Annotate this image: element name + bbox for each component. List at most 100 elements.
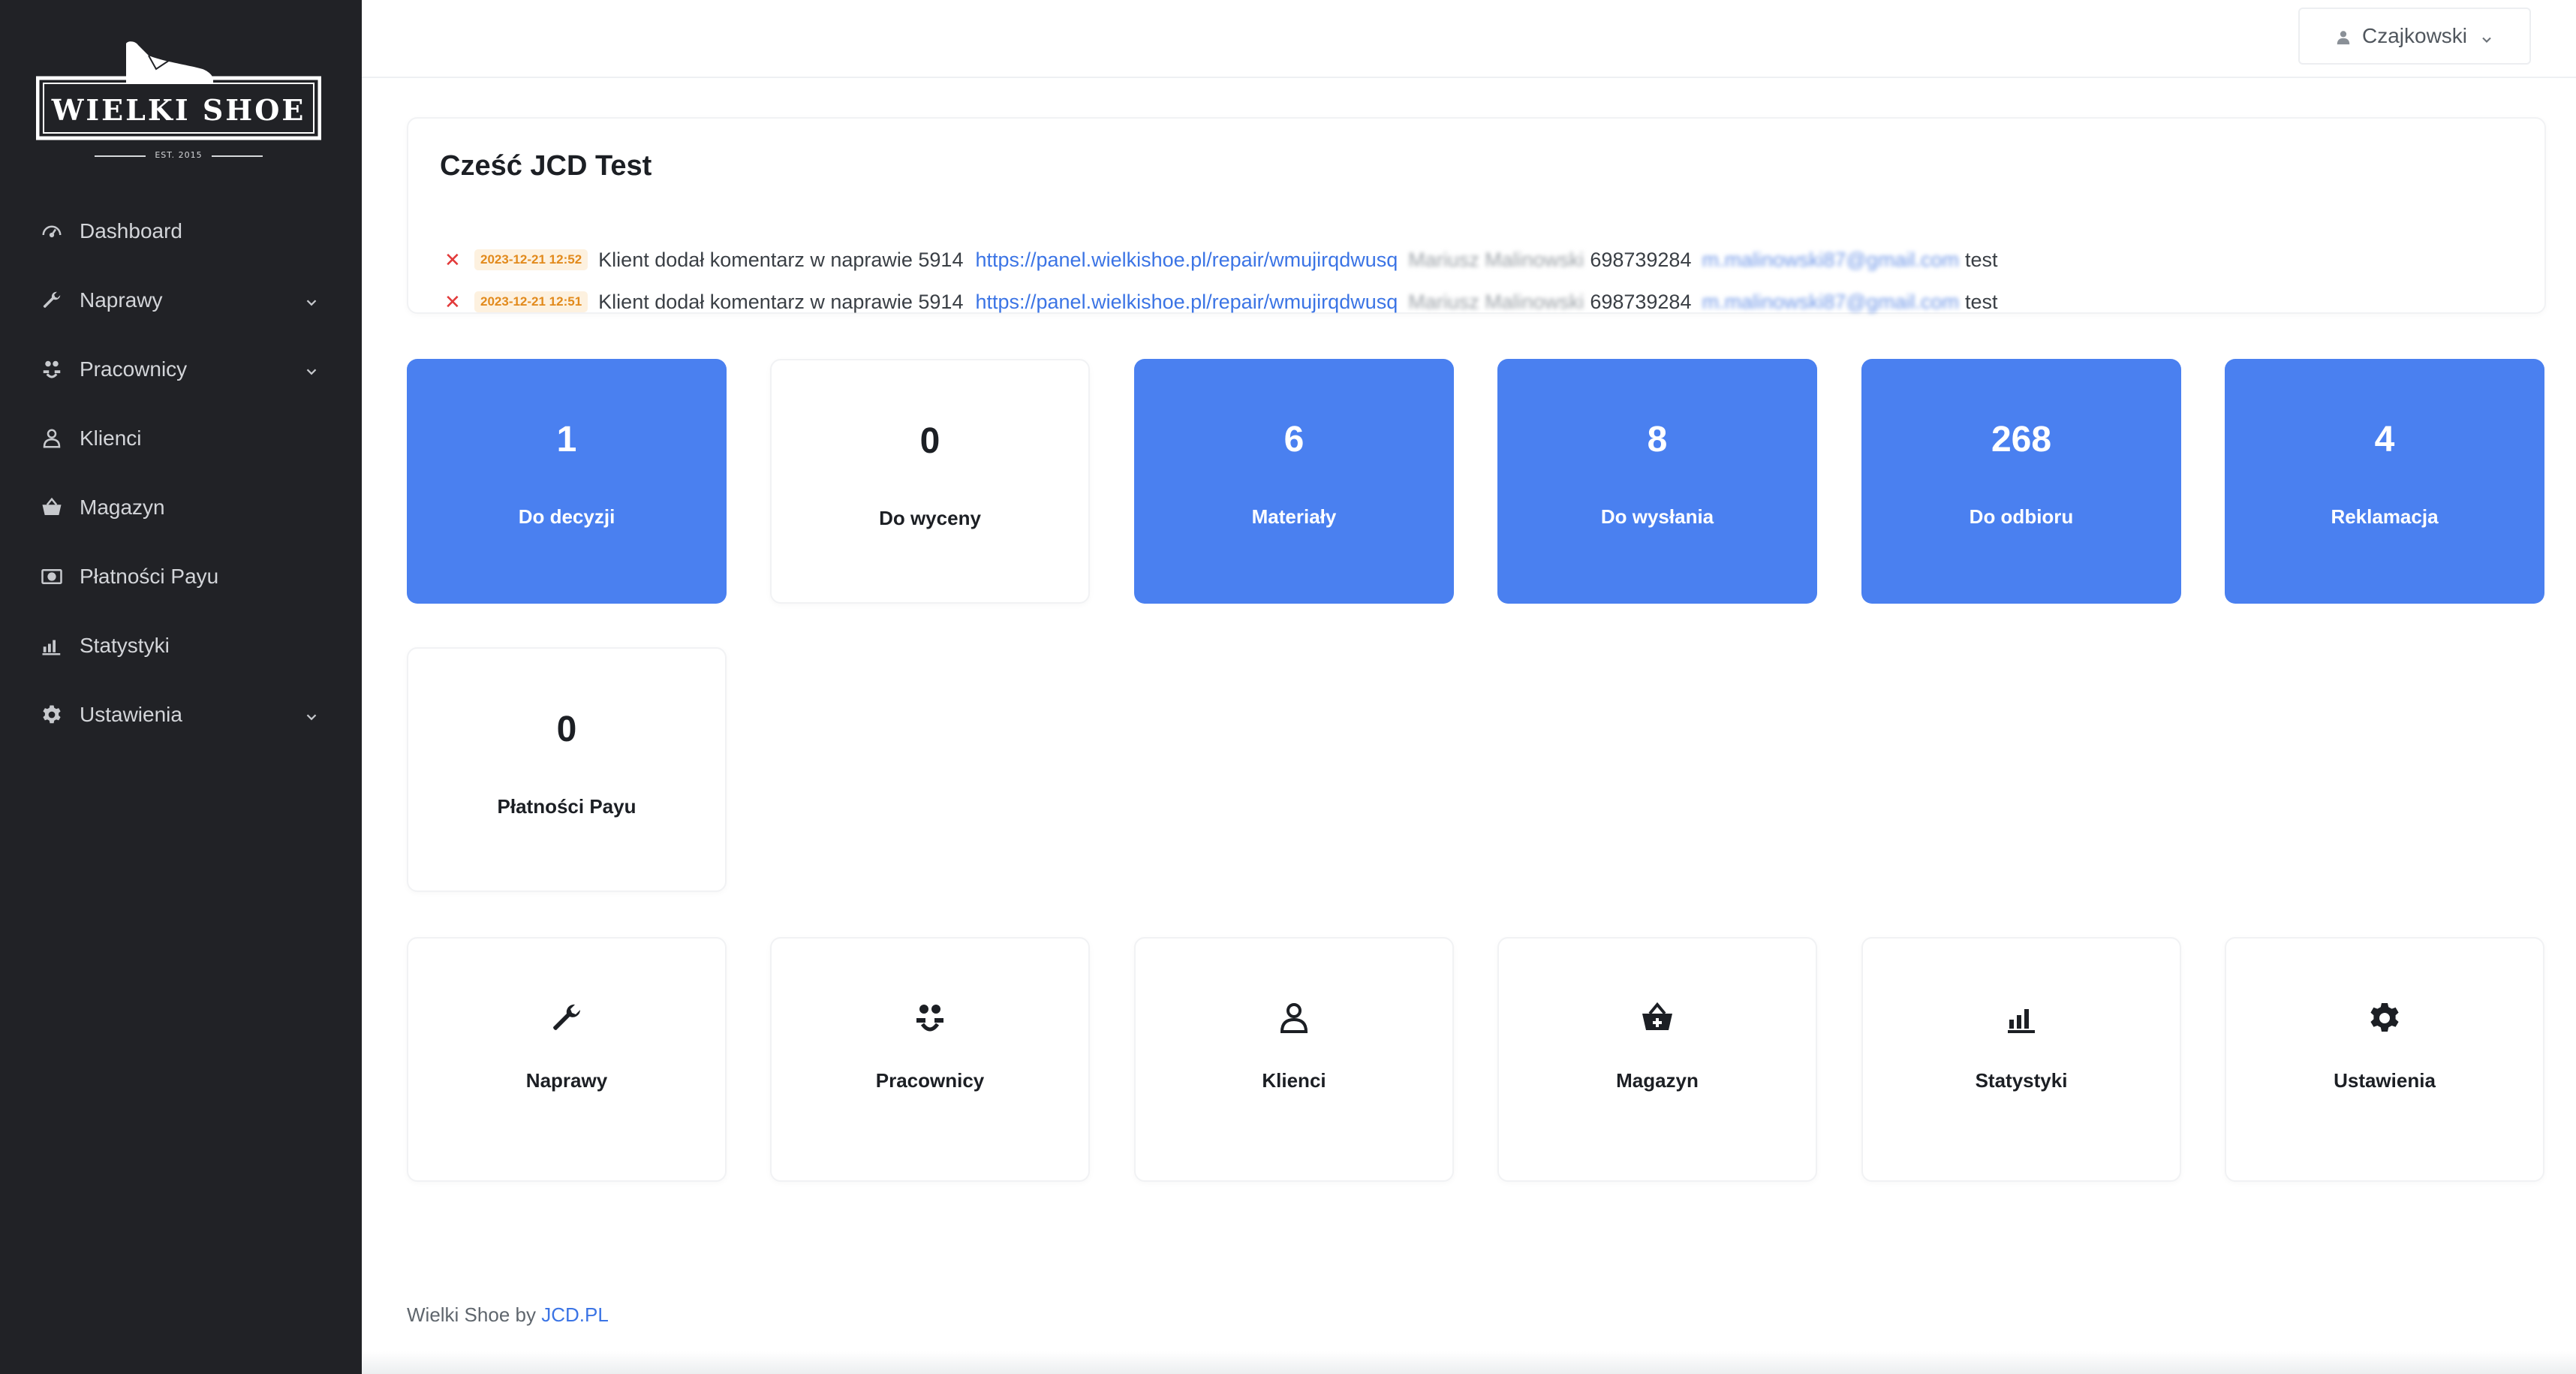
stat-value: 0 (919, 421, 940, 461)
close-icon[interactable]: ✕ (444, 249, 467, 272)
notification-client-name: Mariusz Malinowski (1408, 290, 1584, 313)
notification-client-name: Mariusz Malinowski (1408, 248, 1584, 271)
stat-label: Materiały (1251, 505, 1337, 528)
stat-label: Do odbioru (1969, 505, 2074, 528)
stat-label: Reklamacja (2331, 505, 2439, 528)
user-icon (39, 426, 65, 451)
stat-card-do-wyslania[interactable]: 8 Do wysłania (1497, 359, 1817, 604)
footer-text: Wielki Shoe by (407, 1303, 536, 1326)
notification-phone: 698739284 (1590, 290, 1692, 313)
stat-value: 268 (1991, 420, 2052, 460)
user-icon (1276, 1000, 1312, 1036)
notification-text: Klient dodał komentarz w naprawie 5914 (598, 248, 964, 271)
sidebar-item-label: Statystyki (80, 634, 170, 657)
footer-link[interactable]: JCD.PL (541, 1303, 609, 1326)
notification-row: ✕ 2023-12-21 12:52 Klient dodał komentar… (444, 243, 2003, 276)
stat-card-reklamacja[interactable]: 4 Reklamacja (2225, 359, 2544, 604)
chevron-down-icon (303, 707, 320, 723)
stat-card-materialy[interactable]: 6 Materiały (1134, 359, 1454, 604)
notification-comment: test (1964, 248, 1998, 271)
brand-logo[interactable]: WIELKI SHOE EST. 2015 (36, 39, 321, 167)
brand-name: WIELKI SHOE (51, 93, 306, 127)
users-icon (912, 1000, 948, 1036)
close-icon[interactable]: ✕ (444, 291, 467, 314)
notification-link[interactable]: https://panel.wielkishoe.pl/repair/wmuji… (975, 291, 1398, 314)
sidebar-item-label: Dashboard (80, 219, 182, 243)
money-icon (39, 564, 65, 589)
sidebar-item-statystyki[interactable]: Statystyki (0, 611, 362, 680)
user-menu-button[interactable]: Czajkowski (2298, 8, 2531, 65)
footer: Wielki Shoe by JCD.PL (407, 1303, 609, 1327)
chart-bars-icon (2003, 1000, 2039, 1036)
sidebar-item-label: Klienci (80, 426, 142, 450)
shortcut-card-naprawy[interactable]: Naprawy (407, 937, 727, 1182)
notification-timestamp: 2023-12-21 12:52 (474, 249, 588, 270)
sidebar-item-pracownicy[interactable]: Pracownicy (0, 335, 362, 404)
notification-email[interactable]: m.malinowski87@gmail.com (1702, 291, 1959, 314)
greeting-title: Cześć JCD Test (440, 150, 652, 182)
wrench-icon (549, 1000, 585, 1036)
sidebar: WIELKI SHOE EST. 2015 Dashboard Naprawy … (0, 0, 362, 1374)
stat-value: 4 (2374, 420, 2395, 460)
notification-phone: 698739284 (1590, 248, 1692, 271)
notification-timestamp: 2023-12-21 12:51 (474, 291, 588, 312)
shortcut-label: Ustawienia (2334, 1069, 2436, 1092)
sidebar-item-label: Ustawienia (80, 703, 182, 726)
shortcut-label: Pracownicy (875, 1069, 985, 1092)
sidebar-item-label: Płatności Payu (80, 565, 219, 588)
sidebar-item-label: Magazyn (80, 496, 165, 519)
brand-est: EST. 2015 (155, 150, 203, 160)
users-icon (39, 357, 65, 382)
stat-card-platnosci-payu[interactable]: 0 Płatności Payu (407, 647, 727, 892)
shortcut-label: Klienci (1262, 1069, 1326, 1092)
sidebar-item-naprawy[interactable]: Naprawy (0, 266, 362, 335)
chevron-down-icon (2479, 29, 2494, 44)
sidebar-item-magazyn[interactable]: Magazyn (0, 473, 362, 542)
stat-value: 6 (1283, 420, 1305, 460)
stat-card-do-wyceny[interactable]: 0 Do wyceny (770, 359, 1090, 604)
sidebar-item-platnosci-payu[interactable]: Płatności Payu (0, 542, 362, 611)
sidebar-item-klienci[interactable]: Klienci (0, 404, 362, 473)
stat-card-do-decyzji[interactable]: 1 Do decyzji (407, 359, 727, 604)
stat-card-do-odbioru[interactable]: 268 Do odbioru (1861, 359, 2181, 604)
basket-icon (39, 495, 65, 520)
shortcut-label: Magazyn (1616, 1069, 1699, 1092)
notifications-card: Cześć JCD Test ✕ 2023-12-21 12:52 Klient… (407, 117, 2546, 314)
notification-link[interactable]: https://panel.wielkishoe.pl/repair/wmuji… (975, 249, 1398, 272)
chevron-down-icon (303, 361, 320, 378)
topbar: Czajkowski (362, 0, 2576, 78)
shortcut-card-klienci[interactable]: Klienci (1134, 937, 1454, 1182)
shortcut-label: Statystyki (1975, 1069, 2068, 1092)
dashboard-gauge-icon (39, 218, 65, 244)
shortcut-label: Naprawy (525, 1069, 608, 1092)
user-name: Czajkowski (2361, 24, 2468, 47)
notification-text: Klient dodał komentarz w naprawie 5914 (598, 290, 964, 313)
shortcut-card-ustawienia[interactable]: Ustawienia (2225, 937, 2544, 1182)
stat-label: Do wyceny (879, 507, 981, 529)
gear-icon (39, 702, 65, 728)
basket-icon (1639, 1000, 1675, 1036)
notification-email[interactable]: m.malinowski87@gmail.com (1702, 249, 1959, 272)
chevron-down-icon (303, 292, 320, 309)
sidebar-item-dashboard[interactable]: Dashboard (0, 197, 362, 266)
wrench-icon (39, 288, 65, 313)
stat-value: 8 (1647, 420, 1668, 460)
sidebar-item-label: Naprawy (80, 288, 163, 312)
user-icon (2335, 27, 2353, 45)
stat-value: 1 (556, 420, 577, 460)
gear-icon (2367, 1000, 2403, 1036)
shortcut-card-statystyki[interactable]: Statystyki (1861, 937, 2181, 1182)
stat-label: Do wysłania (1600, 505, 1714, 528)
stat-value: 0 (556, 710, 577, 749)
sidebar-nav: Dashboard Naprawy Pracownicy Klienci Mag… (0, 197, 362, 749)
shortcut-card-pracownicy[interactable]: Pracownicy (770, 937, 1090, 1182)
stat-label: Do decyzji (518, 505, 615, 528)
sidebar-item-ustawienia[interactable]: Ustawienia (0, 680, 362, 749)
notification-comment: test (1964, 290, 1998, 313)
stat-label: Płatności Payu (497, 795, 636, 818)
sidebar-item-label: Pracownicy (80, 357, 188, 381)
chart-bars-icon (39, 633, 65, 658)
main-content: Cześć JCD Test ✕ 2023-12-21 12:52 Klient… (362, 78, 2576, 1374)
shortcut-card-magazyn[interactable]: Magazyn (1497, 937, 1817, 1182)
bottom-fade (362, 1351, 2576, 1374)
